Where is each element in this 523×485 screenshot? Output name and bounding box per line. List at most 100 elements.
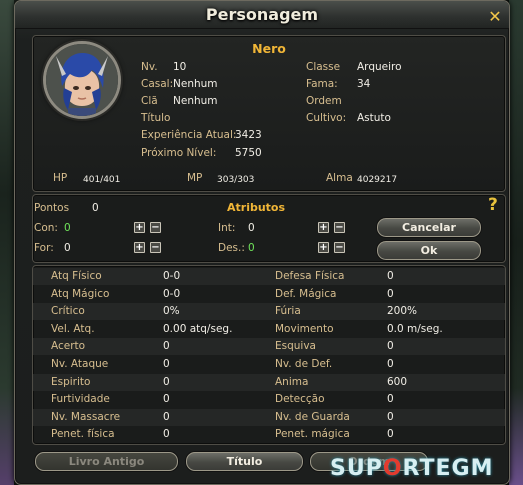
- hp-label: HP: [53, 172, 68, 184]
- title-bar[interactable]: Personagem ✕: [15, 1, 509, 29]
- stat-label: Acerto: [51, 340, 86, 353]
- con-label: Con:: [34, 222, 58, 234]
- cancel-button[interactable]: Cancelar: [377, 218, 481, 237]
- tab-livro-antigo[interactable]: Livro Antigo: [35, 452, 178, 471]
- stat-label: Fúria: [275, 305, 301, 318]
- stat-value: 0.00 atq/seg.: [163, 322, 233, 335]
- stat-row: Espirito 0 Anima 600: [33, 373, 505, 391]
- stat-value: 0: [387, 428, 394, 441]
- soul-value: 4029217: [357, 175, 398, 185]
- spouse-value: Nenhum: [173, 78, 218, 90]
- for-minus-button[interactable]: −: [150, 242, 161, 253]
- fame-label: Fama:: [306, 78, 338, 90]
- stat-value: 0: [387, 358, 394, 370]
- stat-label: Atq Mágico: [51, 287, 110, 300]
- stat-label: Vel. Atq.: [51, 322, 95, 335]
- next-level-value: 5750: [235, 147, 262, 159]
- stat-value: 0: [387, 410, 394, 423]
- cultivation-label: Cultivo:: [306, 112, 347, 124]
- stat-label: Anima: [275, 375, 309, 388]
- stat-label: Detecção: [275, 393, 325, 406]
- stat-row: Atq Mágico 0-0 Def. Mágica 0: [33, 286, 505, 303]
- stat-row: Nv. Ataque 0 Nv. de Def. 0: [33, 356, 505, 373]
- con-value: 0: [64, 222, 71, 234]
- stat-label: Espirito: [51, 375, 91, 388]
- character-portrait: [43, 41, 121, 119]
- des-plus-button[interactable]: +: [318, 242, 329, 253]
- stat-value: 0.0 m/seg.: [387, 322, 443, 335]
- for-plus-button[interactable]: +: [134, 242, 145, 253]
- tab-titulo[interactable]: Título: [186, 452, 303, 471]
- stat-value: 0: [163, 393, 170, 406]
- stat-value: 0: [387, 287, 394, 300]
- stat-value: 0: [163, 428, 170, 441]
- character-window: Personagem ✕ Nero Nv. 10 Casal: Nenhum C…: [14, 0, 510, 485]
- clan-label: Clã: [141, 95, 158, 107]
- stat-row: Atq Físico 0-0 Defesa Física 0: [33, 268, 505, 285]
- watermark-part-1: SUP: [330, 456, 383, 481]
- stat-label: Def. Mágica: [275, 287, 337, 300]
- close-icon[interactable]: ✕: [488, 9, 502, 25]
- stat-value: 0: [387, 340, 394, 353]
- class-value: Arqueiro: [357, 61, 402, 73]
- stat-label: Penet. física: [51, 428, 115, 441]
- des-value: 0: [248, 242, 255, 254]
- stat-row: Vel. Atq. 0.00 atq/seg. Movimento 0.0 m/seg…: [33, 321, 505, 338]
- points-label: Pontos: [34, 202, 70, 214]
- ok-button[interactable]: Ok: [377, 241, 481, 260]
- attributes-header: Atributos: [227, 201, 286, 214]
- stat-label: Nv. de Guarda: [275, 410, 350, 423]
- stat-label: Penet. mágica: [275, 428, 350, 441]
- int-minus-button[interactable]: −: [334, 222, 345, 233]
- stat-value: 600: [387, 375, 408, 388]
- stat-value: 0: [163, 358, 170, 370]
- help-icon[interactable]: ?: [488, 195, 498, 215]
- stat-value: 0: [163, 410, 170, 423]
- clan-value: Nenhum: [173, 95, 218, 107]
- stat-label: Esquiva: [275, 340, 316, 353]
- fame-value: 34: [357, 78, 371, 90]
- stat-value: 0-0: [163, 287, 181, 300]
- des-label: Des.:: [218, 242, 245, 254]
- level-label: Nv.: [141, 61, 158, 73]
- elf-avatar-icon: [46, 44, 118, 116]
- int-plus-button[interactable]: +: [318, 222, 329, 233]
- watermark-part-3: RTEGM: [402, 456, 494, 481]
- stat-label: Defesa Física: [275, 270, 345, 282]
- mp-value: 303/303: [217, 175, 255, 185]
- level-value: 10: [173, 61, 187, 73]
- int-value: 0: [248, 222, 255, 234]
- stat-value: 0: [387, 393, 394, 406]
- background-scene-right: [509, 0, 523, 485]
- hp-value: 401/401: [83, 175, 121, 185]
- window-title: Personagem: [205, 5, 319, 24]
- site-watermark: SUPORTEGM: [330, 456, 493, 481]
- con-minus-button[interactable]: −: [150, 222, 161, 233]
- stat-row: Furtividade 0 Detecção 0: [33, 391, 505, 408]
- points-value: 0: [92, 202, 99, 214]
- stat-row: Nv. Massacre 0 Nv. de Guarda 0: [33, 408, 505, 426]
- exp-label: Experiência Atual:: [141, 129, 237, 141]
- stat-value: 200%: [387, 305, 418, 318]
- class-label: Classe: [306, 61, 341, 73]
- soul-label: Alma: [326, 172, 353, 184]
- stat-value: 0-0: [163, 270, 181, 282]
- exp-value: 3423: [235, 129, 262, 141]
- con-plus-button[interactable]: +: [134, 222, 145, 233]
- stat-label: Atq Físico: [51, 270, 102, 282]
- watermark-part-2: O: [382, 456, 403, 481]
- stat-row: Acerto 0 Esquiva 0: [33, 338, 505, 356]
- des-minus-button[interactable]: −: [334, 242, 345, 253]
- stat-value: 0: [387, 270, 394, 282]
- mp-label: MP: [187, 172, 203, 184]
- int-label: Int:: [218, 222, 236, 234]
- for-label: For:: [34, 242, 54, 254]
- stat-label: Crítico: [51, 305, 85, 318]
- stat-label: Nv. de Def.: [275, 358, 333, 370]
- order-label: Ordem: [306, 95, 342, 107]
- stat-value: 0: [163, 340, 170, 353]
- stat-label: Nv. Massacre: [51, 410, 121, 423]
- stat-row: Crítico 0% Fúria 200%: [33, 303, 505, 321]
- stat-label: Nv. Ataque: [51, 358, 109, 370]
- stat-row: Penet. física 0 Penet. mágica 0: [33, 426, 505, 443]
